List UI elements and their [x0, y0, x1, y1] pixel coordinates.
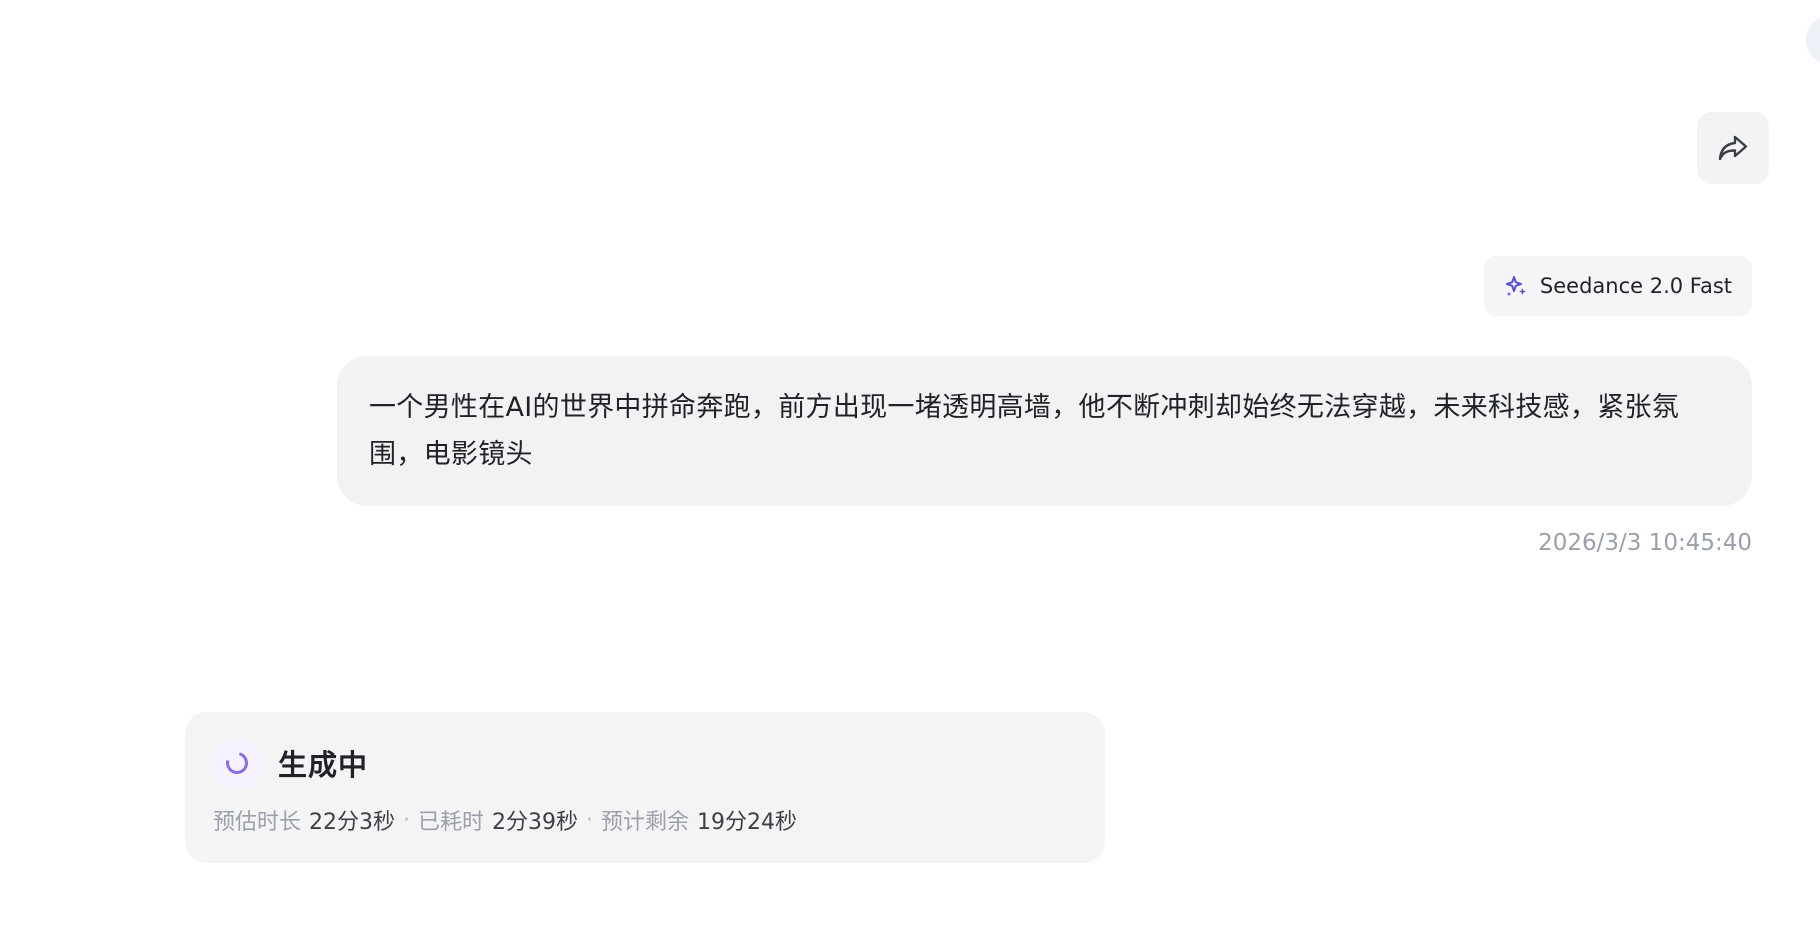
meta-separator: ·: [586, 807, 594, 833]
prompt-text: 一个男性在AI的世界中拼命奔跑，前方出现一堵透明高墙，他不断冲刺却始终无法穿越，…: [369, 392, 1680, 470]
status-title: 生成中: [278, 748, 369, 782]
estimated-label: 预估时长: [213, 810, 302, 835]
share-button[interactable]: [1697, 112, 1769, 184]
spinner-badge: [212, 738, 262, 788]
model-name: Seedance 2.0 Fast: [1539, 274, 1732, 298]
estimated-value: 22分3秒: [309, 810, 396, 835]
elapsed-value: 2分39秒: [492, 810, 579, 835]
status-header: 生成中: [212, 738, 368, 788]
share-arrow-icon: [1718, 135, 1748, 161]
model-badge[interactable]: Seedance 2.0 Fast: [1483, 256, 1752, 316]
remaining-value: 19分24秒: [697, 810, 798, 835]
meta-separator: ·: [403, 807, 411, 833]
elapsed-label: 已耗时: [418, 810, 485, 835]
message-timestamp: 2026/3/3 10:45:40: [1538, 530, 1752, 556]
remaining-label: 预计剩余: [601, 810, 690, 835]
prompt-bubble: 一个男性在AI的世界中拼命奔跑，前方出现一堵透明高墙，他不断冲刺却始终无法穿越，…: [337, 356, 1752, 506]
status-meta: 预估时长 22分3秒 · 已耗时 2分39秒 · 预计剩余 19分24秒: [213, 804, 797, 836]
loading-spinner-icon: [221, 747, 253, 779]
sparkle-icon: [1504, 274, 1528, 298]
page: Seedance 2.0 Fast 一个男性在AI的世界中拼命奔跑，前方出现一堵…: [0, 0, 1820, 948]
edge-avatar-partial[interactable]: [1806, 15, 1820, 65]
generation-status-card: 生成中 预估时长 22分3秒 · 已耗时 2分39秒 · 预计剩余 19分24秒: [185, 712, 1105, 863]
